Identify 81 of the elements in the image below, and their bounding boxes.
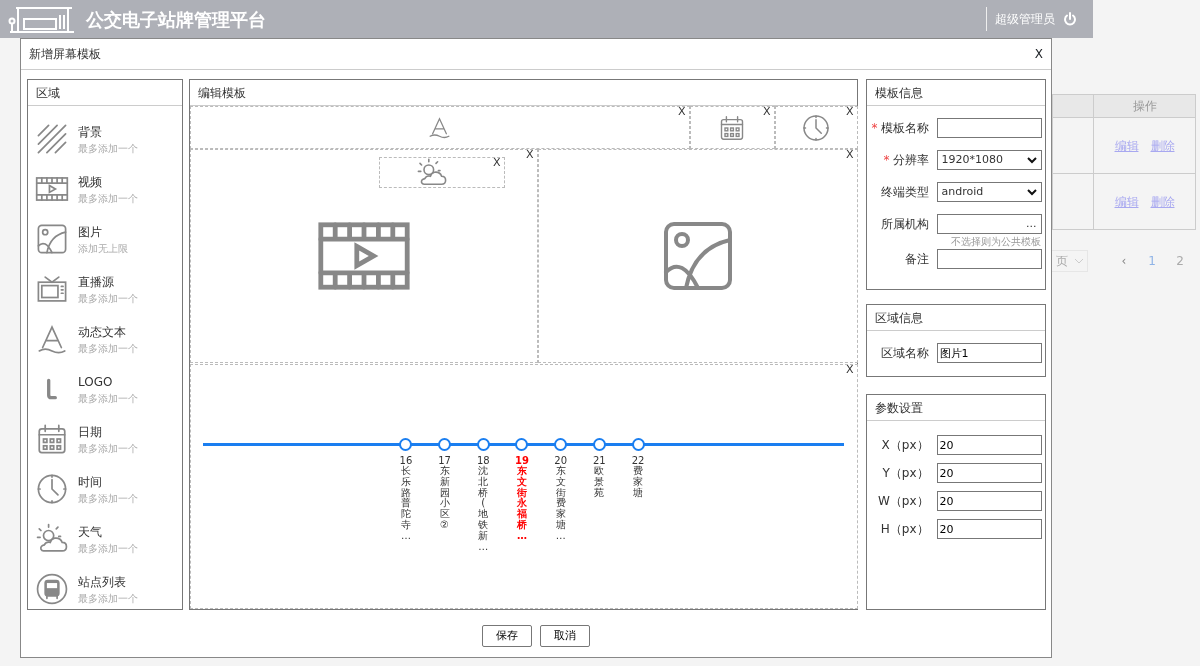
panel-title: 模板信息 <box>866 80 1045 106</box>
dialog-button[interactable]: 取消 <box>540 625 590 647</box>
field-label: W（px） <box>877 494 929 508</box>
station-name: 欧景苑 <box>593 466 606 499</box>
station-number: 16 <box>399 455 413 466</box>
station-number: 20 <box>554 455 567 466</box>
picker-field[interactable]: ... <box>936 214 1042 234</box>
field-label: 终端类型 <box>880 185 929 199</box>
dialog-title: 新增屏幕模板 <box>29 46 101 63</box>
field-label: X（px） <box>881 438 929 452</box>
close-button[interactable]: X <box>493 156 501 170</box>
input-field[interactable] <box>936 249 1042 269</box>
layout-region[interactable]: X <box>189 106 690 149</box>
station-marker <box>592 438 606 451</box>
close-button[interactable]: X <box>846 363 854 377</box>
close-button[interactable]: X <box>526 148 534 162</box>
close-button[interactable]: X <box>678 105 686 119</box>
station-marker <box>438 438 452 451</box>
station-name: 长乐路普陀寺… <box>399 466 411 542</box>
layout-region[interactable]: X 16 长乐路普陀寺… 17 东新园小区② 18 沈北桥(地铁新… 19 东文街永福桥… 20 东文街费家塘… 21 欧景苑 22 费家塘 <box>189 364 858 609</box>
logo-icon <box>45 377 59 401</box>
panel-title: 参数设置 <box>866 395 1045 421</box>
dialog-button[interactable]: 保存 <box>482 625 532 647</box>
clock-icon <box>801 112 832 143</box>
station-name: 东文街费家塘… <box>554 466 566 542</box>
station-name: 东文街永福桥… <box>515 466 527 542</box>
image-icon <box>35 222 69 256</box>
chevron-icon <box>1026 188 1037 196</box>
input-field[interactable] <box>936 118 1042 138</box>
station-name: 费家塘 <box>632 466 644 499</box>
calendar-icon <box>35 422 69 456</box>
field-label: 模板名称 <box>880 121 929 135</box>
select-field[interactable]: 1920*1080 <box>936 150 1042 170</box>
chevron-icon <box>1026 156 1037 164</box>
layout-region[interactable]: X <box>689 106 775 149</box>
station-marker <box>554 438 568 451</box>
station-name: 沈北桥(地铁新… <box>477 466 490 553</box>
field-label: 区域名称 <box>880 346 929 360</box>
palette-item[interactable]: 图片 添加无上限 <box>28 214 182 264</box>
chevron-icon <box>1075 258 1083 264</box>
clock-icon <box>35 472 69 506</box>
input-field[interactable]: 20 <box>936 519 1042 539</box>
close-button[interactable]: X <box>846 105 854 119</box>
station-number: 19 <box>515 455 529 466</box>
panel-title: 区域信息 <box>866 305 1045 331</box>
input-field[interactable]: 20 <box>936 435 1042 455</box>
required-mark: * <box>883 153 890 167</box>
hint-text: 不选择则为公共模板 <box>950 236 1042 248</box>
station-marker <box>476 438 490 451</box>
bus-stop-logo <box>8 5 76 33</box>
user-name: 超级管理员 <box>995 11 1055 28</box>
layout-region[interactable]: X <box>537 149 858 363</box>
field-label: 分辨率 <box>892 153 929 167</box>
layout-region[interactable]: X <box>774 106 858 149</box>
station-marker <box>631 438 645 451</box>
panel-title: 区域 <box>28 80 182 106</box>
field-label: Y（px） <box>882 466 929 480</box>
station-number: 21 <box>592 455 606 466</box>
required-mark: * <box>871 121 878 135</box>
input-field[interactable]: 20 <box>936 491 1042 511</box>
station-marker <box>399 438 413 451</box>
stripes-icon <box>35 122 69 156</box>
close-button[interactable]: X <box>846 148 854 162</box>
layout-region[interactable]: X <box>378 157 505 188</box>
table-header-cell: 操作 <box>1093 94 1196 118</box>
station-number: 22 <box>631 455 645 466</box>
field-label: H（px） <box>880 522 929 536</box>
station-marker <box>515 438 529 451</box>
table-header-cell <box>1052 94 1094 118</box>
bus-icon <box>35 572 69 606</box>
field-label: 备注 <box>904 252 929 266</box>
field-label: 所属机构 <box>880 217 929 231</box>
station-number: 18 <box>476 455 490 466</box>
close-button[interactable]: X <box>763 105 771 119</box>
input-field[interactable]: 图片1 <box>936 343 1042 363</box>
station-number: 17 <box>438 455 451 466</box>
app-title: 公交电子站牌管理平台 <box>86 7 266 32</box>
station-name: 东新园小区② <box>438 466 451 531</box>
input-field[interactable]: 20 <box>936 463 1042 483</box>
close-button[interactable]: X <box>1034 45 1043 63</box>
select-field[interactable]: android <box>936 182 1042 202</box>
